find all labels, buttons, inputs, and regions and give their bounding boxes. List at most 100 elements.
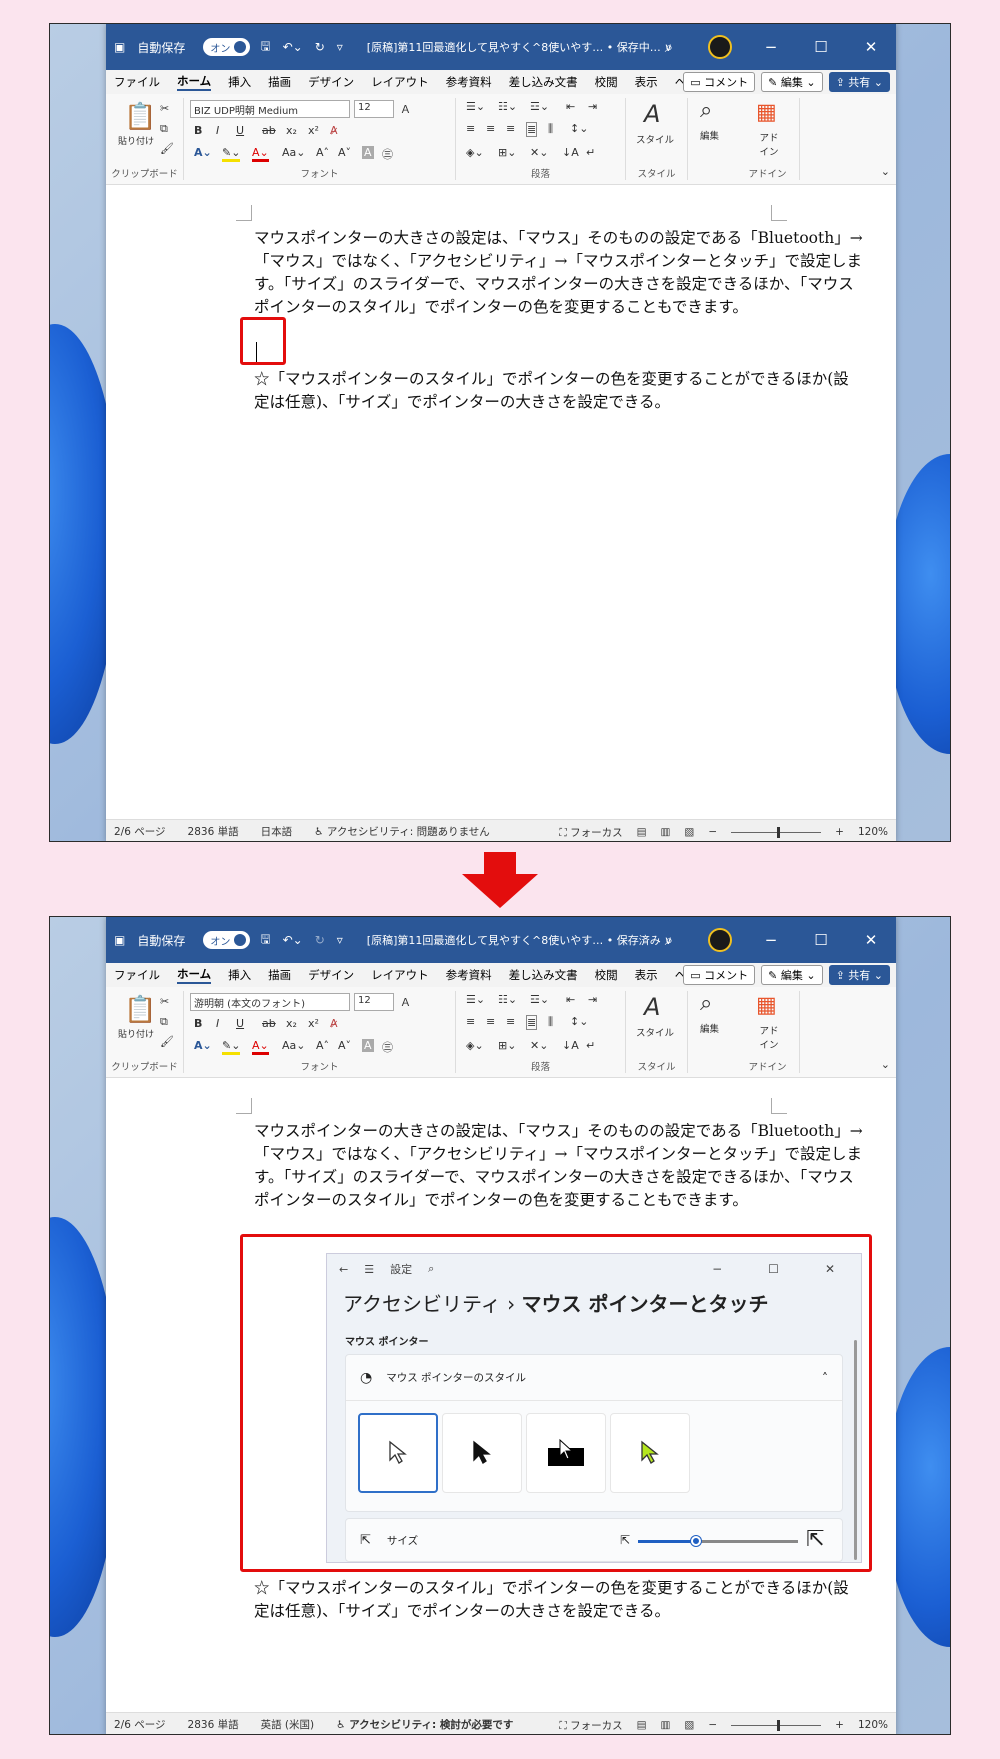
sort-icon[interactable]: ↓A — [562, 146, 579, 159]
font-size-select[interactable]: 12 — [354, 100, 394, 118]
font-name-select[interactable]: BIZ UDP明朝 Medium — [190, 100, 350, 118]
paragraph-mark-icon[interactable]: ↵ — [586, 146, 595, 159]
language[interactable]: 英語 (米国) — [261, 1717, 315, 1732]
tab-draw[interactable]: 描画 — [268, 74, 291, 90]
zoom-level[interactable]: 120% — [858, 1719, 888, 1731]
shrink-font-icon[interactable]: A˅ — [338, 146, 351, 159]
web-layout-icon[interactable]: ▧ — [684, 1719, 694, 1731]
pointer-style-header[interactable]: ◔ マウス ポインターのスタイル ˄ — [346, 1355, 842, 1401]
pointer-style-black[interactable] — [442, 1413, 522, 1493]
language[interactable]: 日本語 — [261, 824, 293, 839]
comment-button[interactable]: ▭ コメント — [683, 965, 756, 985]
maximize-button[interactable]: ☐ — [796, 38, 846, 56]
bold-icon[interactable]: B — [194, 1017, 202, 1030]
copy-icon[interactable]: ⧉ — [160, 122, 168, 136]
zoom-in-icon[interactable]: + — [835, 1719, 844, 1731]
tab-design[interactable]: デザイン — [308, 967, 354, 983]
decrease-indent-icon[interactable]: ⇤ — [566, 993, 575, 1006]
undo-icon[interactable]: ↶⌄ — [283, 40, 303, 54]
font-size-select[interactable]: 12 — [354, 993, 394, 1011]
styles-button[interactable]: スタイル — [636, 1025, 674, 1039]
tab-file[interactable]: ファイル — [114, 967, 160, 983]
shading-icon[interactable]: ◈⌄ — [466, 146, 484, 159]
addins-button[interactable]: アド イン — [754, 130, 784, 158]
zoom-slider[interactable] — [731, 826, 822, 838]
shading-icon[interactable]: ◈⌄ — [466, 1039, 484, 1052]
enclose-char-icon[interactable]: ㊂ — [382, 1039, 393, 1055]
clear-all-format-icon[interactable]: A̷ — [330, 1017, 338, 1030]
clear-all-format-icon[interactable]: A̷ — [330, 124, 338, 137]
share-button[interactable]: ⇪ 共有 ⌄ — [828, 965, 890, 985]
text-effect-icon[interactable]: A⌄ — [194, 146, 212, 159]
multilevel-list-icon[interactable]: ☲⌄ — [530, 993, 549, 1006]
tab-review[interactable]: 校閲 — [595, 74, 618, 90]
grow-font-icon[interactable]: A˄ — [316, 1039, 329, 1052]
save-icon[interactable]: 🖫 — [260, 930, 270, 951]
increase-indent-icon[interactable]: ⇥ — [588, 993, 597, 1006]
cut-icon[interactable]: ✂ — [160, 995, 169, 1008]
search-icon[interactable]: ⌕ — [644, 931, 694, 949]
align-right-icon[interactable]: ≡ — [506, 122, 515, 135]
word-count[interactable]: 2836 単語 — [188, 824, 239, 839]
paragraph-mark-icon[interactable]: ↵ — [586, 1039, 595, 1052]
autosave-toggle[interactable]: オン — [203, 38, 251, 56]
settings-close-button[interactable]: ✕ — [825, 1262, 835, 1276]
char-shading-icon[interactable]: A — [362, 146, 374, 159]
zoom-slider-thumb[interactable] — [777, 826, 781, 838]
align-center-icon[interactable]: ≡ — [486, 122, 495, 135]
breadcrumb-parent[interactable]: アクセシビリティ — [343, 1292, 501, 1316]
borders-icon[interactable]: ⊞⌄ — [498, 1039, 516, 1052]
styles-icon[interactable]: A — [644, 100, 660, 128]
read-mode-icon[interactable]: ▤ — [637, 826, 647, 838]
edit-mode-button[interactable]: ✎ 編集 ⌄ — [761, 72, 823, 92]
minimize-button[interactable]: − — [746, 38, 796, 56]
paste-button[interactable]: 貼り付け — [118, 1027, 154, 1040]
tab-file[interactable]: ファイル — [114, 74, 160, 90]
font-color-icon[interactable]: A⌄ — [252, 146, 269, 162]
copy-icon[interactable]: ⧉ — [160, 1015, 168, 1029]
focus-button[interactable]: ⛶ フォーカス — [559, 825, 622, 840]
strikethrough-icon[interactable]: ab — [262, 1017, 276, 1030]
paste-icon[interactable]: 📋 — [124, 102, 156, 132]
highlight-icon[interactable]: ✎⌄ — [222, 146, 241, 162]
search-icon[interactable]: ⌕ — [428, 1262, 434, 1276]
align-left-icon[interactable]: ≡ — [466, 122, 475, 135]
autosave-toggle[interactable]: オン — [203, 931, 251, 949]
change-case-icon[interactable]: Aa⌄ — [282, 146, 305, 159]
settings-maximize-button[interactable]: ☐ — [768, 1262, 779, 1276]
increase-indent-icon[interactable]: ⇥ — [588, 100, 597, 113]
tab-mailings[interactable]: 差し込み文書 — [509, 967, 578, 983]
change-case-icon[interactable]: Aa⌄ — [282, 1039, 305, 1052]
cut-icon[interactable]: ✂ — [160, 102, 169, 115]
highlight-icon[interactable]: ✎⌄ — [222, 1039, 241, 1055]
document-title[interactable]: [原稿]第11回最適化して見やすく^8使いやす… • 保存中… ∨ — [367, 39, 673, 55]
format-painter-icon[interactable]: 🖌 — [160, 1035, 174, 1048]
tab-references[interactable]: 参考資料 — [446, 74, 492, 90]
zoom-slider-thumb[interactable] — [777, 1719, 781, 1731]
tab-layout[interactable]: レイアウト — [371, 74, 429, 90]
zoom-out-icon[interactable]: − — [708, 826, 717, 838]
zoom-in-icon[interactable]: + — [835, 826, 844, 838]
zoom-out-icon[interactable]: − — [708, 1719, 717, 1731]
settings-minimize-button[interactable]: − — [712, 1262, 722, 1276]
addins-icon[interactable]: ▦ — [756, 100, 777, 125]
accessibility-status[interactable]: ♿ アクセシビリティ: 問題ありません — [314, 824, 490, 839]
asian-layout-icon[interactable]: ✕⌄ — [530, 146, 548, 159]
tab-insert[interactable]: 挿入 — [228, 74, 251, 90]
zoom-level[interactable]: 120% — [858, 826, 888, 838]
undo-icon[interactable]: ↶⌄ — [283, 933, 303, 947]
bold-icon[interactable]: B — [194, 124, 202, 137]
editing-button[interactable]: 編集 — [700, 128, 719, 142]
pointer-style-custom[interactable] — [610, 1413, 690, 1493]
underline-icon[interactable]: U — [236, 1017, 244, 1030]
addins-icon[interactable]: ▦ — [756, 993, 777, 1018]
bullets-icon[interactable]: ☰⌄ — [466, 993, 485, 1006]
close-button[interactable]: ✕ — [846, 38, 896, 56]
pointer-size-slider[interactable] — [638, 1536, 798, 1546]
word-count[interactable]: 2836 単語 — [188, 1717, 239, 1732]
borders-icon[interactable]: ⊞⌄ — [498, 146, 516, 159]
tab-draw[interactable]: 描画 — [268, 967, 291, 983]
redo-icon[interactable]: ↻ — [315, 40, 325, 54]
italic-icon[interactable]: I — [216, 1017, 219, 1030]
back-arrow-icon[interactable]: ← — [339, 1263, 348, 1276]
